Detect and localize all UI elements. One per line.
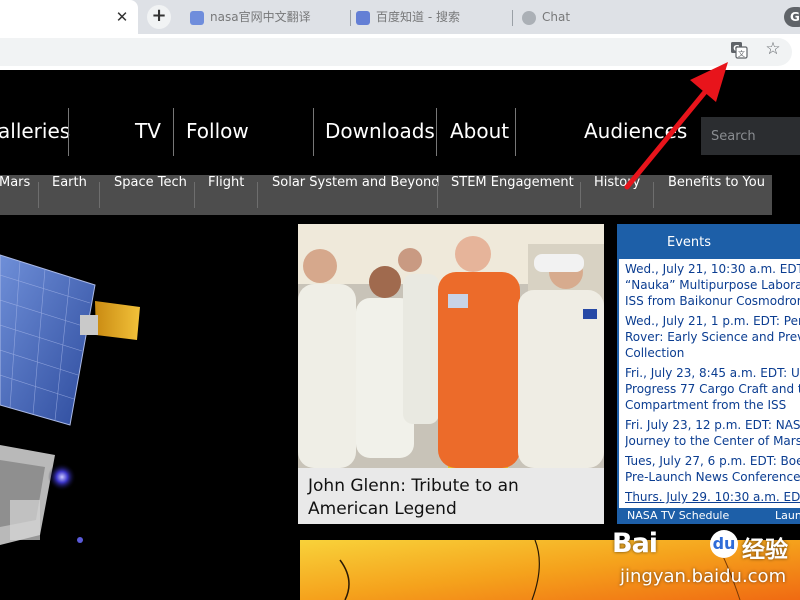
plus-icon[interactable]: + — [147, 5, 171, 29]
nav-follow[interactable]: Follow — [186, 119, 249, 143]
browser-toolbar: G 文 ☆ — [0, 34, 800, 71]
nasa-tv-schedule-link[interactable]: NASA TV Schedule — [627, 509, 729, 522]
subnav-separator — [653, 182, 654, 208]
event-item[interactable]: Wed., July 21, 1 p.m. EDT: Pers Rover: E… — [625, 313, 800, 361]
translate-icon[interactable]: G 文 — [730, 41, 748, 59]
subnav-item-space-tech[interactable]: Space Tech — [114, 175, 187, 215]
nav-tv[interactable]: TV — [135, 119, 161, 143]
subnav-separator — [194, 182, 195, 208]
nav-galleries[interactable]: alleries — [0, 119, 70, 143]
event-item[interactable]: Fri., July 23, 8:45 a.m. EDT: Und Progre… — [625, 365, 800, 413]
paw-icon: du — [710, 530, 738, 558]
baidu-watermark: Bai du 经验 jingyan.baidu.com — [612, 528, 800, 600]
subnav-separator — [257, 182, 258, 208]
background-tab[interactable]: nasa官网中文翻译 — [190, 5, 350, 29]
events-panel: Events Wed., July 21, 10:30 a.m. EDT: “N… — [617, 224, 800, 524]
subnav-item-history[interactable]: History — [594, 175, 640, 215]
subnav-item-flight[interactable]: Flight — [208, 175, 244, 215]
subnav-item-mars[interactable]: Mars — [0, 175, 30, 215]
site-top-nav: alleries TV Follow Downloads About Audie… — [0, 70, 800, 175]
svg-text:文: 文 — [738, 49, 745, 58]
nav-separator — [313, 108, 314, 156]
subnav-separator — [38, 182, 39, 208]
event-item[interactable]: Wed., July 21, 10:30 a.m. EDT: “Nauka” M… — [625, 261, 800, 309]
launch-schedule-link[interactable]: Laun — [775, 509, 800, 522]
star-icon[interactable]: ☆ — [762, 38, 784, 60]
nav-separator — [68, 108, 69, 156]
topic-subnav: Mars Earth Space Tech Flight Solar Syste… — [0, 175, 772, 215]
watermark-text: 经验 — [742, 537, 788, 563]
subnav-item-stem[interactable]: STEM Engagement — [451, 175, 574, 215]
hubble-hero-image[interactable] — [0, 215, 290, 600]
events-footer: NASA TV Schedule Laun — [617, 509, 800, 524]
event-item[interactable]: Tues, July 27, 6 p.m. EDT: Boei Pre-Laun… — [625, 453, 800, 485]
background-tab[interactable]: 百度知道 - 搜索 — [356, 5, 506, 29]
events-title: Events — [667, 235, 712, 250]
nav-separator — [515, 108, 516, 156]
feature-caption[interactable]: John Glenn: Tribute to an American Legen… — [308, 475, 598, 521]
nav-separator — [436, 108, 437, 156]
watermark-logo: Bai — [612, 528, 658, 559]
subnav-separator — [437, 182, 438, 208]
active-tab[interactable]: ✕ — [0, 0, 138, 34]
nav-downloads[interactable]: Downloads — [325, 119, 435, 143]
astronauts-photo[interactable] — [298, 224, 604, 468]
subnav-item-benefits[interactable]: Benefits to You — [668, 175, 765, 215]
tab-separator — [350, 10, 351, 26]
tab-favicon-icon — [522, 10, 536, 25]
tab-favicon-icon — [190, 10, 204, 25]
subnav-separator — [99, 182, 100, 208]
nav-about[interactable]: About — [450, 119, 509, 143]
subnav-item-earth[interactable]: Earth — [52, 175, 87, 215]
nav-audiences[interactable]: Audiences — [584, 119, 687, 143]
feature-card[interactable]: John Glenn: Tribute to an American Legen… — [298, 224, 604, 524]
close-icon[interactable]: ✕ — [112, 7, 132, 27]
profile-icon[interactable]: G — [784, 7, 800, 27]
event-item[interactable]: Fri. July 23, 12 p.m. EDT: NASA Journey … — [625, 417, 800, 449]
address-bar[interactable] — [0, 38, 792, 66]
browser-tabstrip: ✕ + nasa官网中文翻译 百度知道 - 搜索 Chat G — [0, 0, 800, 34]
search-input[interactable] — [701, 117, 800, 155]
nav-separator — [173, 108, 174, 156]
events-list: Wed., July 21, 10:30 a.m. EDT: “Nauka” M… — [619, 259, 800, 508]
subnav-item-solar-system[interactable]: Solar System and Beyond — [272, 175, 440, 215]
tab-separator — [512, 10, 513, 26]
tab-favicon-icon — [356, 10, 370, 25]
background-tab[interactable]: Chat — [522, 5, 622, 29]
event-item[interactable]: Thurs. July 29. 10:30 a.m. EDT — [625, 489, 800, 505]
watermark-url: jingyan.baidu.com — [620, 566, 787, 587]
subnav-separator — [580, 182, 581, 208]
